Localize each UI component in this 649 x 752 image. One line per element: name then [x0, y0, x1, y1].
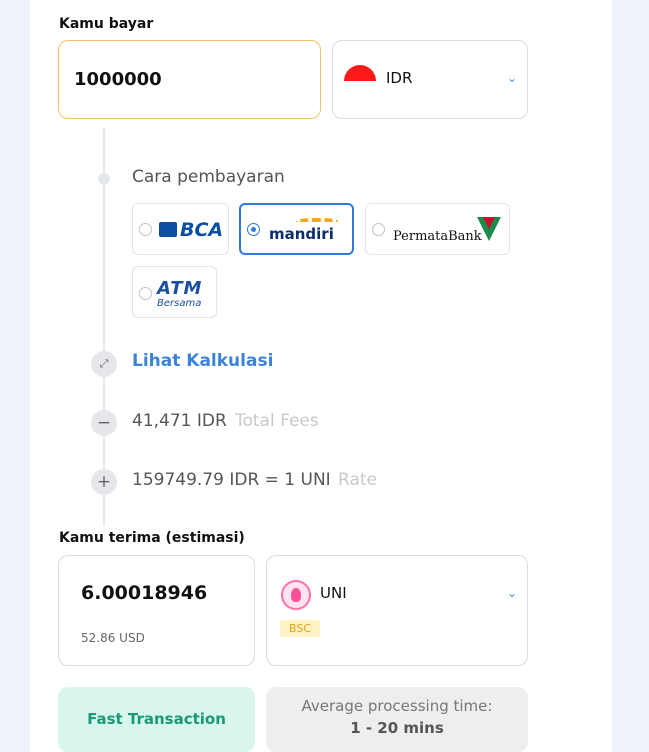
network-badge: BSC	[280, 620, 321, 637]
bca-mark-icon	[159, 222, 177, 237]
indonesia-flag-icon	[344, 65, 376, 81]
minus-icon: −	[91, 410, 117, 436]
fast-transaction-button[interactable]: Fast Transaction	[58, 687, 255, 752]
rate-value: 159749.79 IDR = 1 UNI	[132, 470, 331, 490]
view-calculation-link[interactable]: Lihat Kalkulasi	[132, 351, 273, 371]
bank-option-bca[interactable]: BCA	[132, 203, 229, 255]
receive-amount-value: 6.00018946	[81, 582, 208, 604]
expand-icon[interactable]: ⤢	[91, 351, 117, 377]
receive-amount-box: 6.00018946 52.86 USD	[58, 555, 255, 666]
pay-label: Kamu bayar	[59, 16, 154, 32]
radio-mandiri[interactable]	[247, 223, 260, 236]
payment-method-label: Cara pembayaran	[132, 167, 285, 187]
fees-value: 41,471 IDR	[132, 411, 227, 431]
uniswap-icon	[281, 580, 311, 610]
permata-logo: PermataBank	[393, 229, 482, 244]
receive-currency-select[interactable]: UNI ⌄ BSC	[266, 555, 528, 666]
permata-mark-icon-inner	[483, 217, 495, 229]
radio-bca[interactable]	[139, 223, 152, 236]
bank-option-atm-bersama[interactable]: ATM Bersama	[132, 266, 217, 318]
bca-logo: BCA	[159, 219, 223, 241]
bank-option-permata[interactable]: PermataBank	[365, 203, 510, 255]
avg-processing-box: Average processing time: 1 - 20 mins	[266, 687, 528, 752]
fees-label: Total Fees	[235, 411, 319, 431]
radio-permata[interactable]	[372, 223, 385, 236]
atm-logo-sub: Bersama	[157, 298, 202, 309]
mandiri-logo: mandiri	[269, 225, 334, 243]
timeline-dot	[98, 173, 110, 185]
pay-amount-input[interactable]: 1000000	[58, 40, 321, 119]
radio-atm-bersama[interactable]	[139, 287, 152, 300]
receive-usd-value: 52.86 USD	[81, 631, 145, 645]
receive-label: Kamu terima (estimasi)	[59, 530, 245, 546]
bank-option-mandiri[interactable]: mandiri	[239, 203, 354, 255]
chevron-down-icon: ⌄	[507, 71, 518, 85]
rate-label: Rate	[338, 470, 377, 490]
chevron-down-icon: ⌄	[507, 586, 518, 600]
receive-currency-code: UNI	[320, 584, 347, 602]
plus-icon: +	[91, 469, 117, 495]
avg-processing-label: Average processing time:	[301, 697, 493, 715]
pay-amount-value: 1000000	[74, 69, 162, 90]
pay-currency-select[interactable]: IDR ⌄	[332, 40, 528, 119]
timeline-line	[103, 128, 105, 526]
pay-currency-code: IDR	[386, 69, 413, 87]
avg-processing-value: 1 - 20 mins	[350, 719, 444, 737]
atm-logo: ATM	[157, 278, 203, 299]
